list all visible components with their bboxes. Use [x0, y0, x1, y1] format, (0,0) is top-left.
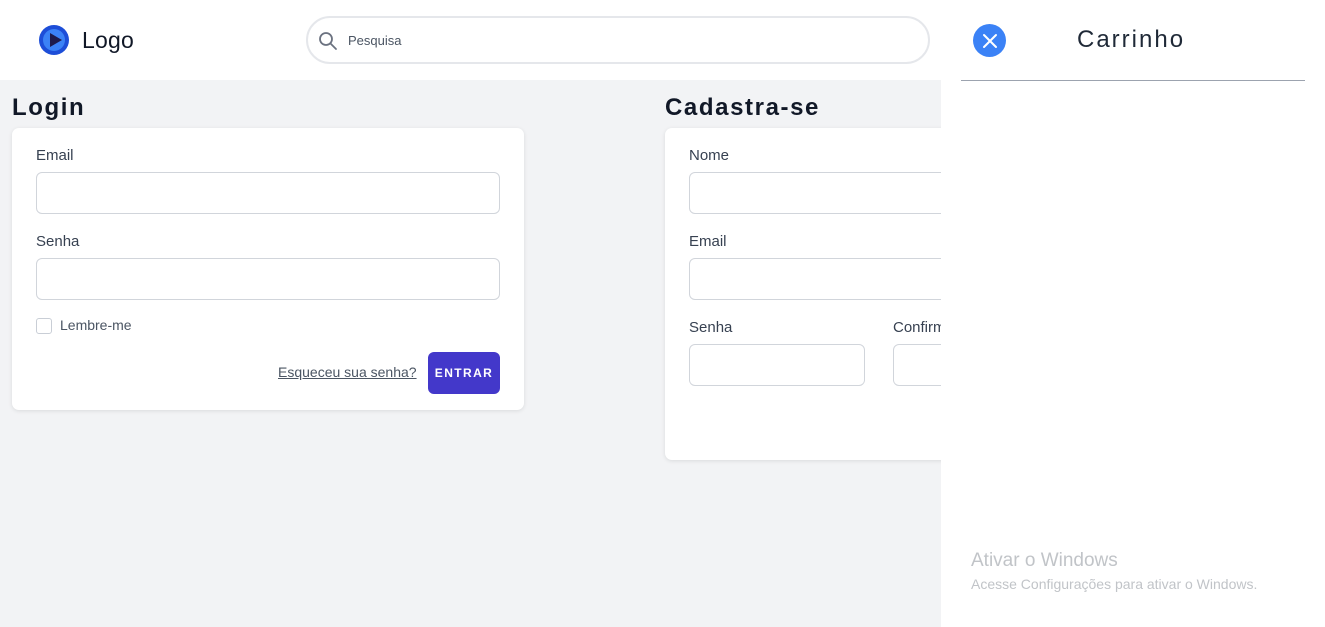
name-field[interactable]	[689, 172, 941, 214]
main-content: Login Email Senha Lembre-me Esqueceu sua…	[0, 80, 941, 627]
name-label: Nome	[689, 147, 730, 164]
windows-activation-title: Ativar o Windows	[971, 550, 1118, 571]
logo-text: Logo	[82, 26, 134, 53]
login-password-input[interactable]	[37, 259, 499, 299]
confirm-password-label: Confirm	[893, 319, 941, 336]
login-email-input[interactable]	[37, 173, 499, 213]
register-card: Nome Email Senha Confirm	[665, 128, 941, 460]
windows-activation-subtitle: Acesse Configurações para ativar o Windo…	[971, 576, 1258, 592]
cart-divider	[961, 80, 1305, 81]
password-label: Senha	[36, 233, 80, 250]
confirm-password-input[interactable]	[894, 345, 941, 385]
login-title: Login	[12, 94, 86, 121]
email-label: Email	[36, 147, 74, 164]
forgot-password-link[interactable]: Esqueceu sua senha?	[278, 364, 417, 380]
register-email-field[interactable]	[689, 258, 941, 300]
play-circle-icon	[39, 25, 69, 55]
search-icon	[319, 32, 337, 50]
close-cart-button[interactable]	[973, 24, 1006, 57]
login-card: Email Senha Lembre-me Esqueceu sua senha…	[12, 128, 524, 410]
logo[interactable]: Logo	[38, 24, 134, 56]
search-bar	[306, 16, 930, 64]
login-submit-button[interactable]: ENTRAR	[428, 352, 500, 394]
password-field[interactable]	[36, 258, 500, 300]
register-email-label: Email	[689, 233, 727, 250]
register-password-label: Senha	[689, 319, 733, 336]
register-password-input[interactable]	[690, 345, 864, 385]
close-icon	[982, 33, 997, 48]
register-email-input[interactable]	[690, 259, 941, 299]
email-field[interactable]	[36, 172, 500, 214]
register-name-input[interactable]	[690, 173, 941, 213]
remember-label: Lembre-me	[60, 317, 132, 333]
search-input[interactable]	[348, 28, 908, 52]
cart-panel: Carrinho Ativar o Windows Acesse Configu…	[941, 0, 1325, 627]
confirm-password-field[interactable]	[893, 344, 941, 386]
register-title: Cadastra-se	[665, 94, 821, 121]
register-password-field[interactable]	[689, 344, 865, 386]
cart-title: Carrinho	[1077, 26, 1186, 53]
remember-checkbox[interactable]	[36, 318, 52, 334]
